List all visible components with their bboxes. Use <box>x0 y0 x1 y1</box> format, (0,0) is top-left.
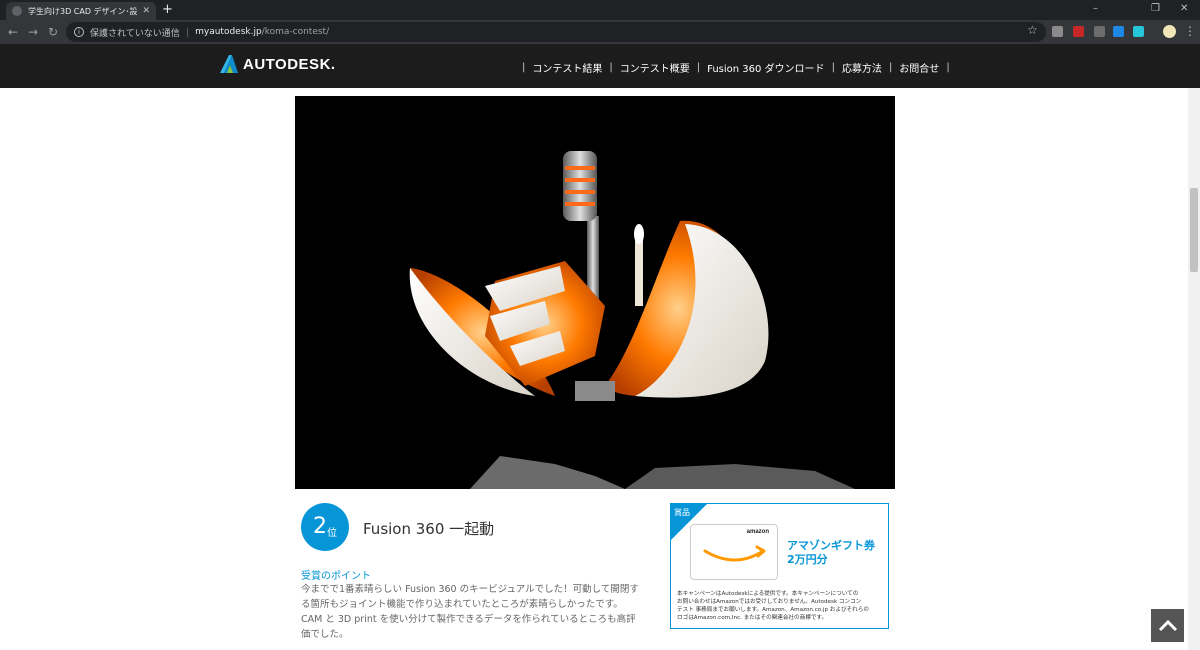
minimize-button[interactable]: – <box>1093 3 1098 14</box>
nav-separator: | <box>522 62 526 73</box>
point-heading: 受賞のポイント <box>301 571 371 582</box>
extension-icon[interactable] <box>1133 26 1144 37</box>
profile-avatar[interactable] <box>1163 25 1176 38</box>
rank-suffix: 位 <box>327 527 337 539</box>
award-title: Fusion 360 一起動 <box>363 520 495 538</box>
address-bar[interactable]: i 保護されていない通信 | myautodesk.jp/koma-contes… <box>66 22 1046 42</box>
amazon-gift-card-image: amazon <box>690 524 778 580</box>
disclaimer-line: テスト 事務局までお願いします。Amazon、Amazon.co.jp およびそ… <box>677 607 869 613</box>
main-nav: | コンテスト結果 | コンテスト概要 | Fusion 360 ダウンロード … <box>515 60 957 75</box>
nav-separator: | <box>888 62 893 73</box>
extension-icon[interactable] <box>1094 26 1105 37</box>
nav-separator: | <box>831 62 835 73</box>
back-icon[interactable]: ← <box>8 25 18 39</box>
autodesk-logo[interactable]: AUTODESK. <box>220 55 336 73</box>
info-icon[interactable]: i <box>74 27 84 37</box>
omnibox-divider: | <box>185 26 190 38</box>
pdf-extension-icon[interactable] <box>1073 26 1084 37</box>
url-path: /koma-contest/ <box>261 27 330 37</box>
prize-disclaimer: 本キャンペーンはAutodeskによる提供です。本キャンペーンについての お問い… <box>677 590 884 622</box>
reload-icon[interactable]: ↻ <box>48 25 58 39</box>
nav-separator: | <box>946 62 950 73</box>
browser-tab-strip: 学生向け3D CAD デザイン･設計コン ✕ + – ❐ ✕ <box>0 0 1200 20</box>
browser-tab[interactable]: 学生向け3D CAD デザイン･設計コン ✕ <box>6 2 156 20</box>
page-scrollbar[interactable] <box>1188 88 1200 650</box>
rank-number: 2 <box>313 514 327 539</box>
bookmark-star-icon[interactable]: ☆ <box>1027 23 1038 37</box>
disclaimer-line: お問い合わせはAmazonではお受けしておりません。Autodesk コンコン <box>677 599 862 605</box>
chevron-up-icon <box>1158 619 1177 631</box>
prize-label: 賞品 <box>674 508 690 517</box>
tab-close-icon[interactable]: ✕ <box>142 6 150 16</box>
nav-item-how-to-apply[interactable]: 応募方法 <box>842 60 882 75</box>
site-header: AUTODESK. | コンテスト結果 | コンテスト概要 | Fusion 3… <box>0 44 1200 88</box>
comment-line: CAM と 3D print を使い分けて製作できるデータを作られているところも… <box>301 614 636 625</box>
nav-item-overview[interactable]: コンテスト概要 <box>620 60 690 75</box>
nav-item-download[interactable]: Fusion 360 ダウンロード <box>707 60 824 75</box>
close-window-button[interactable]: ✕ <box>1180 3 1188 14</box>
gift-title-line: 2万円分 <box>787 553 828 566</box>
browser-toolbar: ← → ↻ i 保護されていない通信 | myautodesk.jp/koma-… <box>0 20 1200 44</box>
scrollbar-thumb[interactable] <box>1190 188 1198 272</box>
comment-line: る箇所もジョイント機能で作り込まれていたところが素晴らしかったです。 <box>301 599 623 610</box>
disclaimer-line: ロゴはAmazon.com,Inc. またはその関連会社の商標です。 <box>677 615 828 621</box>
restore-button[interactable]: ❐ <box>1151 3 1160 14</box>
hero-render-image <box>295 96 895 489</box>
nav-separator: | <box>696 62 701 73</box>
url-host: myautodesk.jp <box>195 27 262 37</box>
rank-badge: 2位 <box>301 503 349 551</box>
new-tab-button[interactable]: + <box>162 2 173 18</box>
autodesk-logo-icon <box>220 55 238 73</box>
security-label: 保護されていない通信 <box>90 28 180 39</box>
comment-line: 価でした。 <box>301 629 349 640</box>
card-brand: amazon <box>746 529 769 535</box>
award-comment: 今までで1番素晴らしい Fusion 360 のキービジュアルでした！可動して開… <box>301 582 661 642</box>
favicon-icon <box>12 6 22 16</box>
prize-box: 賞品 amazon アマゾンギフト券 2万円分 本キャンペーンはAutodesk… <box>670 503 889 629</box>
nav-item-contact[interactable]: お問合せ <box>899 60 939 75</box>
gift-title: アマゾンギフト券 2万円分 <box>787 539 875 567</box>
back-to-top-button[interactable] <box>1151 609 1184 642</box>
disclaimer-line: 本キャンペーンはAutodeskによる提供です。本キャンペーンについての <box>677 591 859 597</box>
forward-icon[interactable]: → <box>28 25 38 39</box>
logo-text: AUTODESK. <box>243 55 336 73</box>
nav-separator: | <box>609 62 613 73</box>
extension-icon[interactable] <box>1052 26 1063 37</box>
comment-line: 今までで1番素晴らしい Fusion 360 のキービジュアルでした！可動して開… <box>301 584 639 595</box>
kebab-menu-icon[interactable]: ⋮ <box>1184 24 1196 38</box>
tab-title: 学生向け3D CAD デザイン･設計コン <box>28 6 138 16</box>
gift-title-line: アマゾンギフト券 <box>787 539 875 552</box>
nav-item-results[interactable]: コンテスト結果 <box>532 60 602 75</box>
extension-icon[interactable] <box>1113 26 1124 37</box>
